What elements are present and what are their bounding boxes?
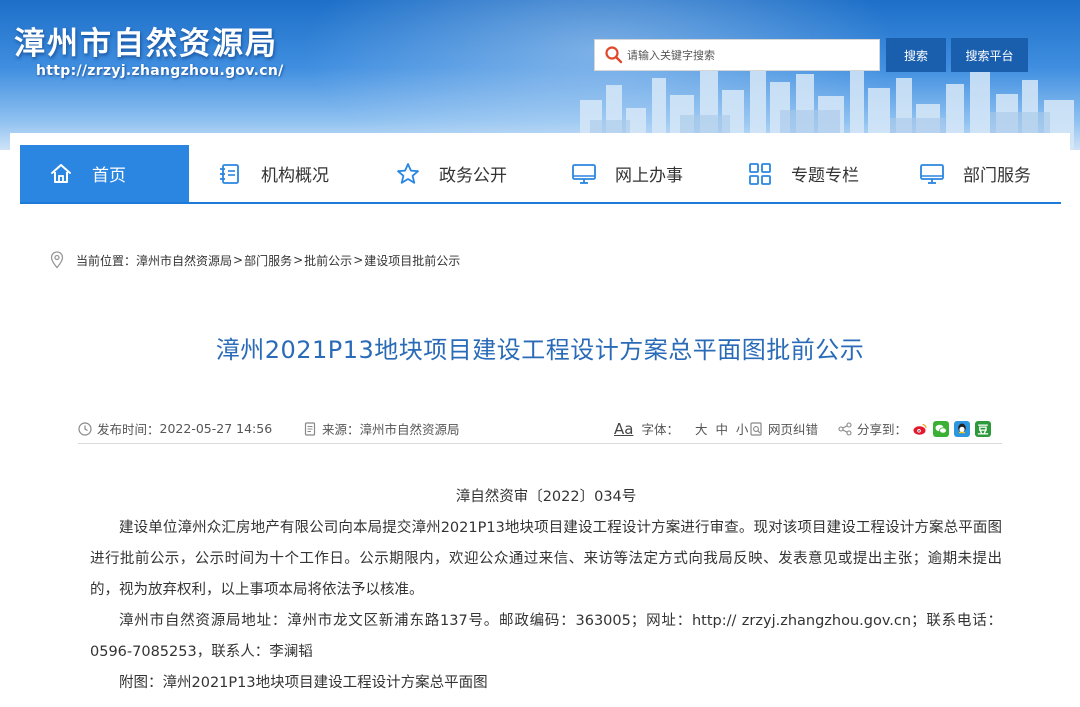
breadcrumb: 当前位置： 漳州市自然资源局 > 部门服务 > 批前公示 > 建设项目批前公示 bbox=[50, 250, 460, 270]
article-meta: 发布时间： 2022-05-27 14:56 来源： 漳州市自然资源局 Aa 字… bbox=[78, 414, 1002, 444]
breadcrumb-link[interactable]: 漳州市自然资源局 bbox=[136, 252, 232, 269]
page-error-report[interactable]: 网页纠错 bbox=[749, 419, 818, 438]
font-size-label: 字体： bbox=[641, 422, 679, 437]
page-error-report-label: 网页纠错 bbox=[768, 422, 819, 437]
document-list-icon bbox=[220, 163, 239, 184]
nav-item-government-affairs[interactable]: 政务公开 bbox=[361, 145, 537, 202]
nav-item-label: 专题专栏 bbox=[791, 166, 859, 186]
article-title: 漳州2021P13地块项目建设工程设计方案总平面图批前公示 bbox=[215, 336, 865, 364]
nav-item-label: 部门服务 bbox=[963, 166, 1031, 186]
breadcrumb-separator: > bbox=[233, 253, 244, 267]
wechat-share-icon[interactable] bbox=[933, 420, 950, 437]
font-size-options[interactable]: 大 中 小 bbox=[695, 419, 750, 438]
nav-item-department-services[interactable]: 部门服务 bbox=[881, 145, 1061, 202]
breadcrumb-prefix: 当前位置： bbox=[76, 253, 137, 268]
error-report-icon bbox=[750, 421, 762, 436]
nav-item-label: 政务公开 bbox=[439, 166, 507, 186]
search-icon bbox=[605, 46, 623, 64]
svg-text:豆: 豆 bbox=[978, 423, 989, 436]
nav-item-label: 网上办事 bbox=[615, 166, 683, 186]
share-icon bbox=[838, 421, 852, 436]
nav-item-special-topics[interactable]: 专题专栏 bbox=[709, 145, 881, 202]
nav-item-home[interactable]: 首页 bbox=[20, 145, 189, 202]
search-button[interactable]: 搜索 bbox=[886, 38, 946, 72]
search-input[interactable] bbox=[624, 41, 874, 69]
font-size-icon: Aa bbox=[614, 419, 634, 438]
source-value: 漳州市自然资源局 bbox=[359, 422, 460, 437]
douban-share-icon[interactable]: 豆 bbox=[975, 420, 992, 437]
share-bar: 分享到： 豆 bbox=[838, 419, 992, 438]
share-label: 分享到： bbox=[857, 422, 908, 437]
publish-date: 发布时间： 2022-05-27 14:56 bbox=[78, 419, 272, 438]
breadcrumb-link[interactable]: 建设项目批前公示 bbox=[364, 252, 460, 269]
site-header: 漳州市自然资源局 http://zrzyj.zhangzhou.gov.cn/ … bbox=[0, 0, 1080, 150]
site-url: http://zrzyj.zhangzhou.gov.cn/ bbox=[36, 63, 284, 79]
nav-item-about[interactable]: 机构概况 bbox=[189, 145, 361, 202]
nav-item-label: 首页 bbox=[92, 166, 126, 186]
site-title: 漳州市自然资源局 bbox=[14, 26, 278, 62]
breadcrumb-separator: > bbox=[353, 253, 364, 267]
star-icon bbox=[397, 162, 419, 184]
clock-icon bbox=[78, 421, 92, 436]
weibo-share-icon[interactable] bbox=[912, 420, 929, 437]
location-pin-icon bbox=[50, 251, 64, 269]
search-platform-button[interactable]: 搜索平台 bbox=[951, 38, 1028, 72]
article-body: 漳自然资审〔2022〕034号 建设单位漳州众汇房地产有限公司向本局提交漳州20… bbox=[90, 482, 1002, 699]
document-number: 漳自然资审〔2022〕034号 bbox=[455, 489, 637, 505]
article-paragraph: 建设单位漳州众汇房地产有限公司向本局提交漳州2021P13地块项目建设工程设计方… bbox=[90, 520, 1002, 598]
breadcrumb-link[interactable]: 部门服务 bbox=[244, 252, 292, 269]
publish-date-value: 2022-05-27 14:56 bbox=[159, 421, 273, 436]
article-paragraph: 附图：漳州2021P13地块项目建设工程设计方案总平面图 bbox=[119, 675, 488, 691]
search-box bbox=[594, 39, 880, 71]
monitor-icon bbox=[920, 163, 944, 184]
nav-item-online-services[interactable]: 网上办事 bbox=[537, 145, 709, 202]
font-size-control: Aa 字体： 大 中 小 bbox=[614, 419, 750, 438]
breadcrumb-link[interactable]: 批前公示 bbox=[304, 252, 352, 269]
article-paragraph: 漳州市自然资源局地址：漳州市龙文区新浦东路137号。邮政编码：363005；网址… bbox=[90, 613, 1002, 660]
publish-date-label: 发布时间： bbox=[97, 422, 160, 437]
source-label: 来源： bbox=[322, 422, 360, 437]
main-nav: 首页 机构概况 政务公开 网上办事 专题专栏 部门服务 bbox=[20, 145, 1061, 204]
qq-share-icon[interactable] bbox=[954, 420, 971, 437]
document-icon bbox=[304, 421, 316, 436]
grid-icon bbox=[749, 162, 771, 185]
monitor-icon bbox=[572, 163, 596, 184]
nav-item-label: 机构概况 bbox=[261, 166, 329, 186]
home-icon bbox=[51, 163, 71, 183]
breadcrumb-separator: > bbox=[293, 253, 304, 267]
article-source: 来源： 漳州市自然资源局 bbox=[303, 419, 460, 438]
